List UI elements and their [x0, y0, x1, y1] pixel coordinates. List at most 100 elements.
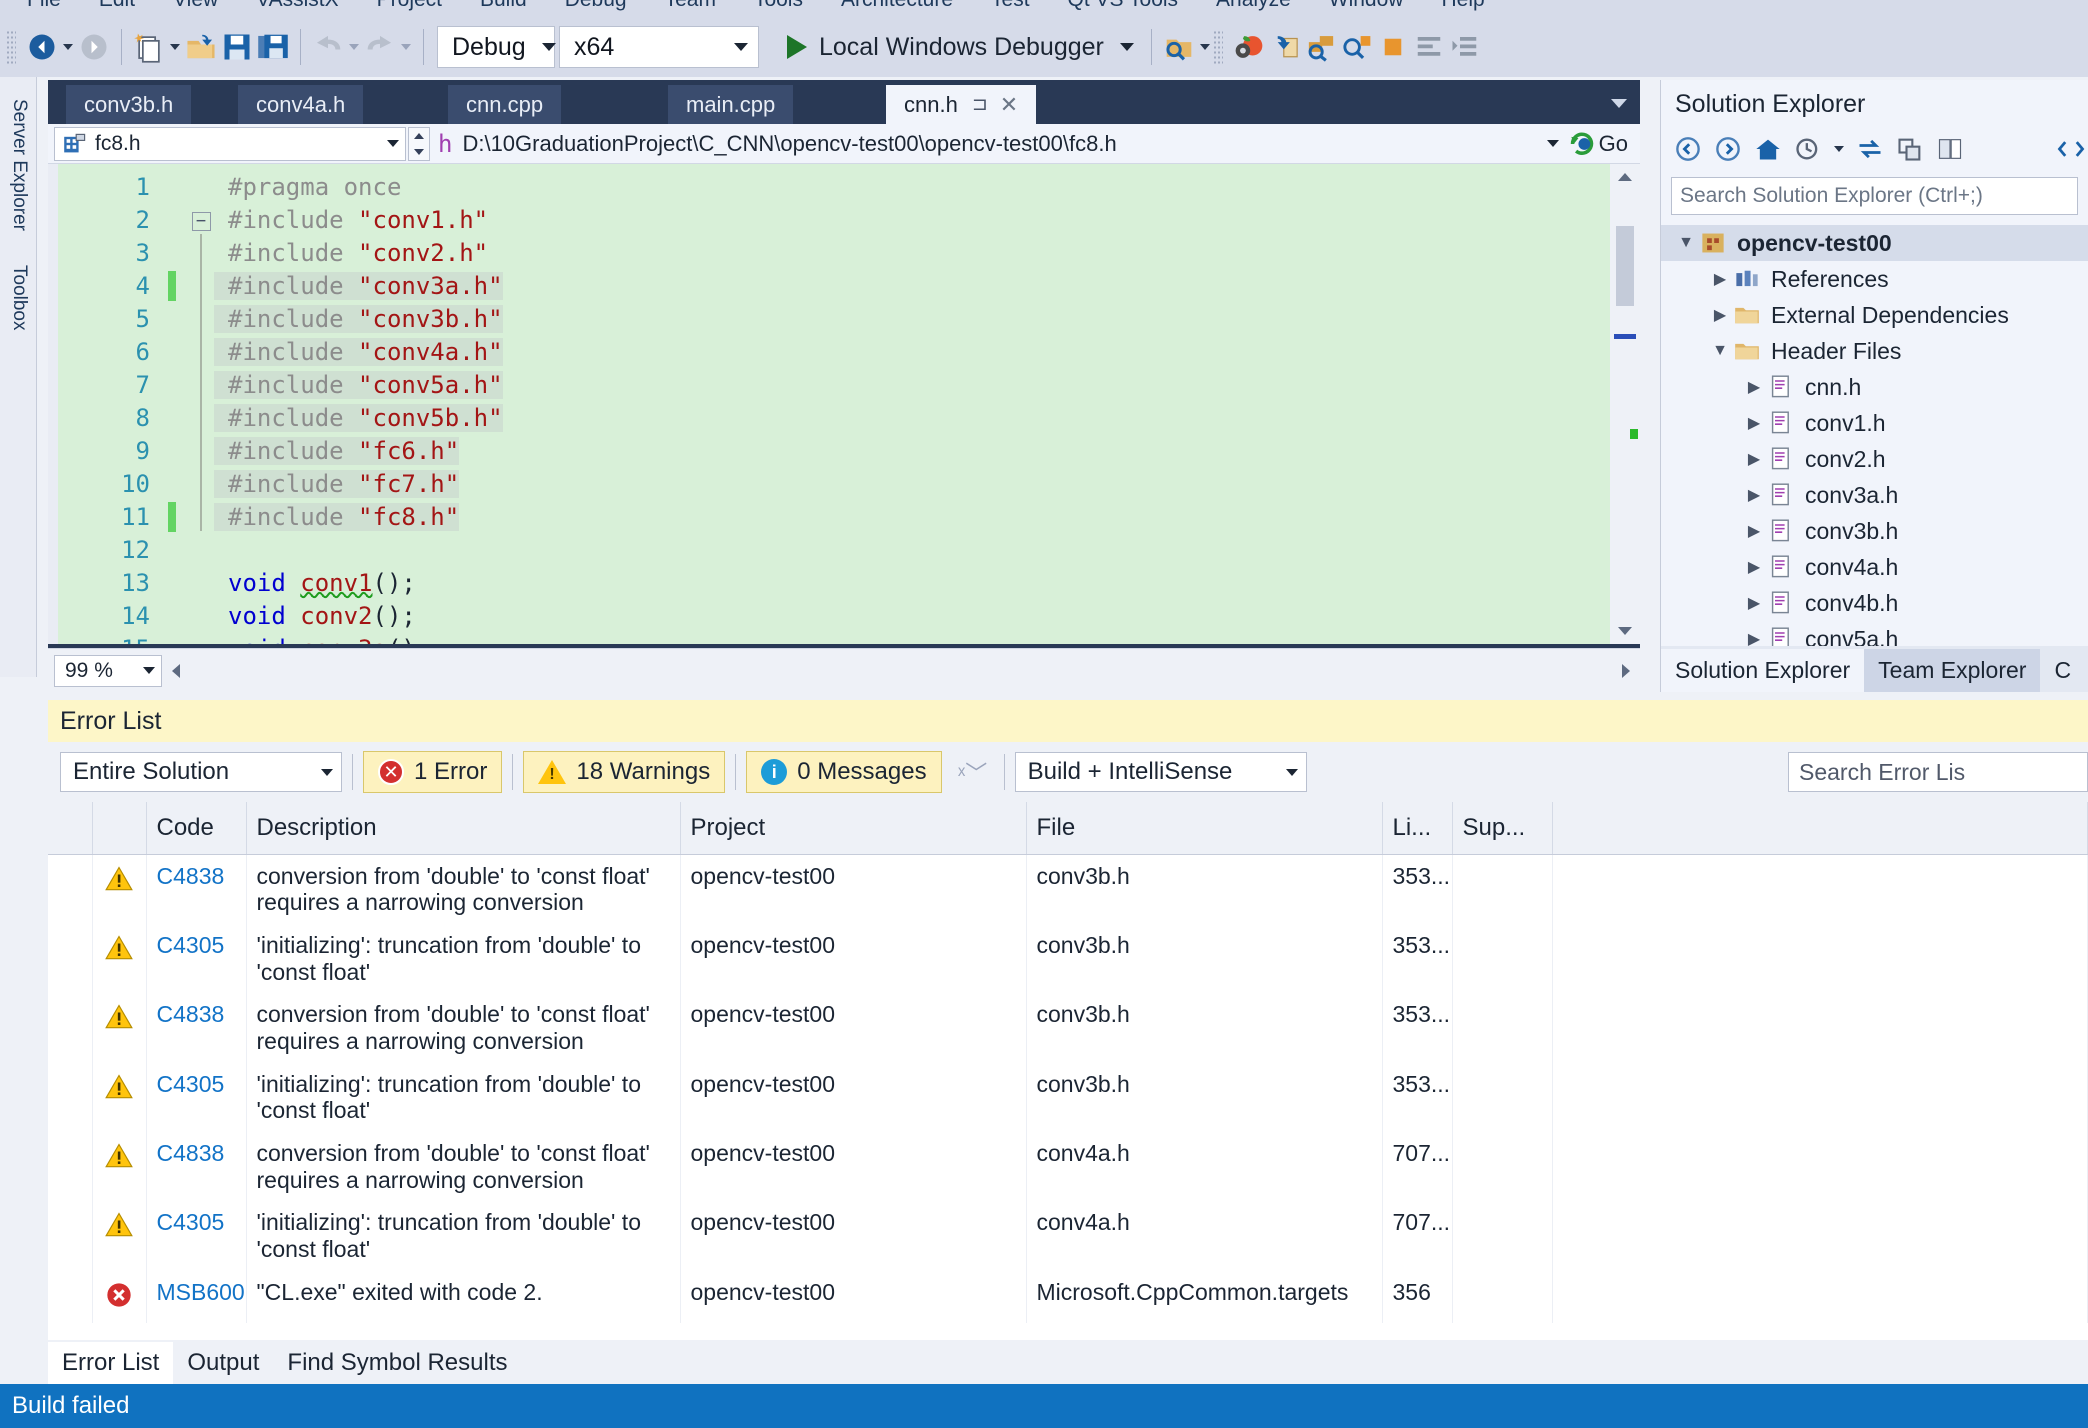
code-editor[interactable]: 1 #pragma once 2− #include "conv1.h" 3 #inclu… — [48, 164, 1640, 644]
tree-item-conv2-h[interactable]: ▶ conv2.h — [1661, 441, 2088, 477]
row-selector[interactable] — [48, 1131, 93, 1202]
toolbar-grip[interactable] — [6, 30, 16, 64]
menu-item-project[interactable]: Project — [358, 0, 461, 17]
code-link[interactable]: C4838 — [157, 1001, 225, 1027]
tree-item-conv3b-h[interactable]: ▶ conv3b.h — [1661, 513, 2088, 549]
editor-tab-main-cpp[interactable]: main.cpp — [668, 85, 794, 124]
tree-item-opencv-test00[interactable]: ▼ opencv-test00 — [1661, 225, 2088, 261]
row-selector[interactable] — [48, 1201, 93, 1271]
chevron-right-icon[interactable]: ▶ — [1741, 413, 1767, 433]
cell-code[interactable]: MSB600 — [146, 1270, 247, 1323]
error-count-toggle[interactable]: ✕ 1 Error — [363, 751, 503, 793]
chevron-right-icon[interactable]: ▶ — [1741, 377, 1767, 397]
menu-item-help[interactable]: Help — [1422, 0, 1503, 17]
open-folder-icon[interactable] — [183, 28, 219, 66]
code-line[interactable]: 10 #include "fc7.h" — [58, 464, 1640, 500]
redo-icon[interactable] — [362, 28, 398, 66]
properties-icon[interactable] — [1933, 132, 1967, 166]
code-line[interactable]: 15 void conv3a(); — [58, 632, 1640, 645]
code-link[interactable]: C4305 — [157, 1209, 225, 1235]
menu-item-window[interactable]: Window — [1310, 0, 1423, 17]
tree-item-header-files[interactable]: ▼ Header Files — [1661, 333, 2088, 369]
solution-platform-combo[interactable]: x64 — [559, 26, 759, 68]
alignment-icon[interactable] — [1411, 28, 1447, 66]
scope-combo[interactable]: Entire Solution — [60, 752, 342, 792]
show-all-files-icon[interactable] — [2054, 132, 2088, 166]
cell-code[interactable]: C4838 — [146, 993, 247, 1063]
chevron-right-icon[interactable]: ▶ — [1741, 449, 1767, 469]
code-link[interactable]: MSB600 — [157, 1279, 245, 1305]
error-list-search-input[interactable]: Search Error Lis — [1788, 752, 2088, 792]
code-link[interactable]: C4305 — [157, 1071, 225, 1097]
chevron-down-icon[interactable]: ▼ — [1673, 234, 1699, 252]
cell-code[interactable]: C4305 — [146, 1062, 247, 1132]
close-icon[interactable]: ✕ — [1000, 92, 1018, 118]
solution-panel-tab-solution-explorer[interactable]: Solution Explorer — [1661, 649, 1865, 692]
sync-icon[interactable] — [1853, 132, 1887, 166]
chevron-down-icon[interactable] — [1831, 130, 1847, 168]
code-line[interactable]: 2 − #include "conv1.h" — [58, 203, 1640, 236]
menu-item-debug[interactable]: Debug — [546, 0, 646, 17]
editor-tab-cnn-h[interactable]: cnn.h ⊐ ✕ — [886, 85, 1037, 124]
solution-configuration-combo[interactable]: Debug — [437, 26, 555, 68]
back-icon[interactable] — [1671, 132, 1705, 166]
menu-item-test[interactable]: Test — [972, 0, 1049, 17]
menu-item-tools[interactable]: Tools — [735, 0, 822, 17]
tree-item-references[interactable]: ▶ References — [1661, 261, 2088, 297]
code-line[interactable]: 3 #include "conv2.h" — [58, 233, 1640, 269]
sidebar-tab-toolbox[interactable]: Toolbox — [8, 253, 30, 343]
column-header-blank-1[interactable] — [92, 802, 147, 855]
save-all-icon[interactable] — [255, 28, 291, 66]
column-header-blank-8[interactable] — [1552, 802, 2088, 855]
menu-item-qt-vs-tools[interactable]: Qt VS Tools — [1049, 0, 1198, 17]
undo-icon[interactable] — [310, 28, 346, 66]
toolbar-grip-2[interactable] — [1212, 30, 1223, 64]
go-button[interactable]: Go — [1569, 131, 1640, 157]
column-header-blank-0[interactable] — [48, 802, 93, 855]
new-file-icon[interactable] — [131, 28, 167, 66]
editor-vertical-scrollbar[interactable] — [1610, 164, 1640, 644]
pin-icon[interactable]: ⊐ — [972, 93, 988, 116]
menu-item-file[interactable]: File — [8, 0, 80, 17]
back-dropdown-icon[interactable] — [60, 28, 76, 66]
menu-item-vassistx[interactable]: VAssistX — [237, 0, 357, 17]
indent-icon[interactable] — [1447, 28, 1483, 66]
toolbar-overflow-icon[interactable] — [1197, 28, 1213, 66]
chevron-right-icon[interactable]: ▶ — [1741, 521, 1767, 541]
cell-code[interactable]: C4838 — [146, 854, 247, 924]
find-symbol-icon[interactable] — [1303, 28, 1339, 66]
column-header-li-[interactable]: Li... — [1382, 802, 1453, 855]
menu-item-architecture[interactable]: Architecture — [822, 0, 972, 17]
code-line[interactable]: 13 void conv1(); — [58, 566, 1640, 599]
code-line[interactable]: 9 #include "fc6.h" — [58, 431, 1640, 467]
tree-item-conv4b-h[interactable]: ▶ conv4b.h — [1661, 585, 2088, 621]
chevron-right-icon[interactable]: ▶ — [1707, 269, 1733, 289]
code-link[interactable]: C4305 — [157, 932, 225, 958]
forward-icon[interactable] — [1711, 132, 1745, 166]
toolbar-extra-icon[interactable] — [1375, 28, 1411, 66]
code-line[interactable]: 7 #include "conv5a.h" — [58, 365, 1640, 401]
row-selector[interactable] — [48, 993, 93, 1063]
tree-item-conv4a-h[interactable]: ▶ conv4a.h — [1661, 549, 2088, 585]
cell-code[interactable]: C4305 — [146, 1201, 247, 1271]
scroll-down-icon[interactable] — [1610, 618, 1640, 644]
bottom-tab-error-list[interactable]: Error List — [48, 1342, 174, 1384]
cell-code[interactable]: C4838 — [146, 1131, 247, 1202]
warning-count-toggle[interactable]: 18 Warnings — [523, 751, 726, 793]
chevron-down-icon[interactable]: ▼ — [1707, 342, 1733, 360]
solution-panel-tab-team-explorer[interactable]: Team Explorer — [1864, 649, 2041, 692]
chevron-right-icon[interactable]: ▶ — [1741, 593, 1767, 613]
navigate-back-icon[interactable] — [24, 28, 60, 66]
code-link[interactable]: C4838 — [157, 1140, 225, 1166]
table-row[interactable]: C4305 'initializing': truncation from 'do… — [48, 1201, 2088, 1271]
editor-tab-conv3b-h[interactable]: conv3b.h — [66, 85, 192, 124]
code-line[interactable]: 1 #pragma once — [58, 170, 1640, 203]
code-line[interactable]: 12 — [58, 533, 1640, 566]
menu-item-edit[interactable]: Edit — [80, 0, 154, 17]
column-header-description[interactable]: Description — [246, 802, 681, 855]
column-header-code[interactable]: Code — [146, 802, 247, 855]
cell-code[interactable]: C4305 — [146, 923, 247, 994]
find-references-icon[interactable] — [1339, 28, 1375, 66]
symbol-navigation-combo[interactable]: fc8.h — [54, 126, 406, 161]
menu-item-team[interactable]: Team — [646, 0, 735, 17]
